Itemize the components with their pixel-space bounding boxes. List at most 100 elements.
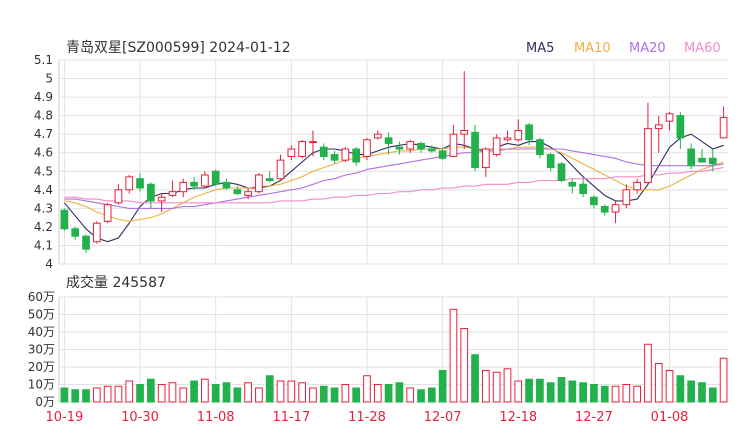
candle-body bbox=[471, 131, 479, 169]
candle bbox=[622, 184, 631, 209]
volume-bar bbox=[352, 387, 361, 403]
candle bbox=[492, 134, 501, 157]
volume-bar bbox=[438, 370, 447, 403]
volume-bar bbox=[222, 382, 231, 403]
candle bbox=[557, 162, 566, 183]
volume-tick-label: 30万 bbox=[28, 343, 55, 357]
candle bbox=[665, 111, 674, 131]
candle-body bbox=[622, 189, 631, 206]
volume-bar bbox=[698, 382, 706, 403]
volume-bar bbox=[211, 384, 220, 403]
candle bbox=[676, 111, 685, 150]
volume-bar bbox=[687, 380, 696, 403]
candle-body bbox=[568, 181, 577, 187]
volume-bar bbox=[136, 384, 144, 403]
candle-body bbox=[330, 154, 339, 161]
candle-body bbox=[654, 124, 663, 130]
volume-bar bbox=[665, 370, 674, 403]
candle bbox=[255, 173, 263, 194]
legend-ma5[interactable]: MA5 bbox=[526, 41, 554, 56]
candle-body bbox=[406, 141, 415, 150]
volume-bar bbox=[298, 382, 306, 403]
volume-bar bbox=[482, 370, 490, 403]
candle-body bbox=[276, 159, 285, 180]
legend-ma10[interactable]: MA10 bbox=[574, 41, 611, 56]
volume-bar bbox=[676, 375, 685, 403]
volume-bar bbox=[395, 382, 404, 403]
candle bbox=[287, 145, 296, 161]
candle bbox=[211, 169, 220, 187]
candle-body bbox=[590, 196, 598, 206]
price-tick-label: 4.7 bbox=[34, 127, 53, 141]
date-axis: 10-19 10-30 11-08 11-17 11-28 12-07 12-18 12-27… bbox=[46, 410, 689, 425]
candle-body bbox=[525, 124, 533, 141]
candle-body bbox=[298, 141, 306, 157]
candle-body bbox=[449, 133, 458, 157]
candle-body bbox=[363, 139, 371, 157]
candle-body bbox=[395, 146, 404, 150]
legend-ma60[interactable]: MA60 bbox=[684, 41, 721, 56]
volume-bar bbox=[600, 385, 609, 403]
candle bbox=[579, 178, 587, 198]
volume-bar bbox=[92, 387, 101, 403]
price-tick-label: 4.6 bbox=[34, 146, 53, 160]
candle bbox=[82, 234, 90, 253]
volume-tick-label: 50万 bbox=[28, 308, 55, 322]
volume-tick-label: 0万 bbox=[35, 395, 55, 409]
candle bbox=[644, 102, 652, 185]
candle-body bbox=[179, 181, 188, 193]
candle bbox=[222, 178, 231, 190]
ma-line-ma5 bbox=[63, 133, 724, 243]
candle-body bbox=[265, 178, 274, 182]
candle-body bbox=[503, 137, 512, 141]
date-tick-label: 01-08 bbox=[651, 410, 689, 425]
date-tick-label: 11-17 bbox=[272, 410, 310, 425]
kline-chart: 青岛双星[SZ000599] 2024-01-12 MA5 MA10 MA20 … bbox=[28, 40, 729, 425]
candle bbox=[201, 171, 209, 188]
candle bbox=[503, 130, 512, 142]
date-tick-label: 10-19 bbox=[46, 410, 84, 425]
candle-body bbox=[417, 142, 425, 150]
volume-bar bbox=[622, 384, 631, 403]
candle-body bbox=[579, 183, 587, 195]
candle bbox=[319, 143, 328, 161]
legend: MA5 MA10 MA20 MA60 bbox=[526, 41, 721, 56]
candle bbox=[460, 71, 469, 150]
volume-bars bbox=[60, 308, 728, 403]
candle-body bbox=[147, 183, 155, 202]
candle-body bbox=[190, 181, 198, 187]
candle bbox=[373, 130, 382, 140]
volume-tick-label: 20万 bbox=[28, 360, 55, 374]
candle-body bbox=[92, 222, 101, 243]
ma-line-ma10 bbox=[64, 146, 724, 222]
candle bbox=[590, 195, 598, 209]
volume-bar bbox=[255, 387, 263, 403]
price-tick-label: 4.9 bbox=[34, 90, 53, 104]
volume-bar bbox=[330, 387, 339, 403]
candle bbox=[265, 171, 274, 183]
candle bbox=[179, 178, 188, 198]
candle-body bbox=[665, 113, 674, 122]
volume-bar bbox=[557, 377, 566, 403]
price-tick-label: 4.1 bbox=[34, 238, 53, 252]
volume-bar bbox=[460, 328, 469, 403]
candle bbox=[384, 132, 393, 155]
volume-bar bbox=[417, 389, 425, 403]
candle bbox=[633, 178, 641, 194]
volume-bar bbox=[514, 380, 523, 403]
candle-body bbox=[536, 139, 544, 156]
candle-body bbox=[600, 206, 609, 213]
volume-bar bbox=[384, 384, 393, 403]
candle bbox=[719, 106, 728, 139]
candle bbox=[60, 208, 69, 231]
candle bbox=[92, 221, 101, 244]
candle bbox=[698, 149, 706, 163]
volume-tick-label: 60万 bbox=[28, 290, 55, 304]
legend-ma20[interactable]: MA20 bbox=[629, 41, 666, 56]
volume-bar bbox=[244, 382, 252, 403]
candle-body bbox=[136, 178, 144, 189]
volume-tick-label: 10万 bbox=[28, 378, 55, 392]
candle-body bbox=[384, 137, 393, 144]
date-tick-label: 12-07 bbox=[424, 410, 462, 425]
candle-body bbox=[71, 228, 80, 237]
